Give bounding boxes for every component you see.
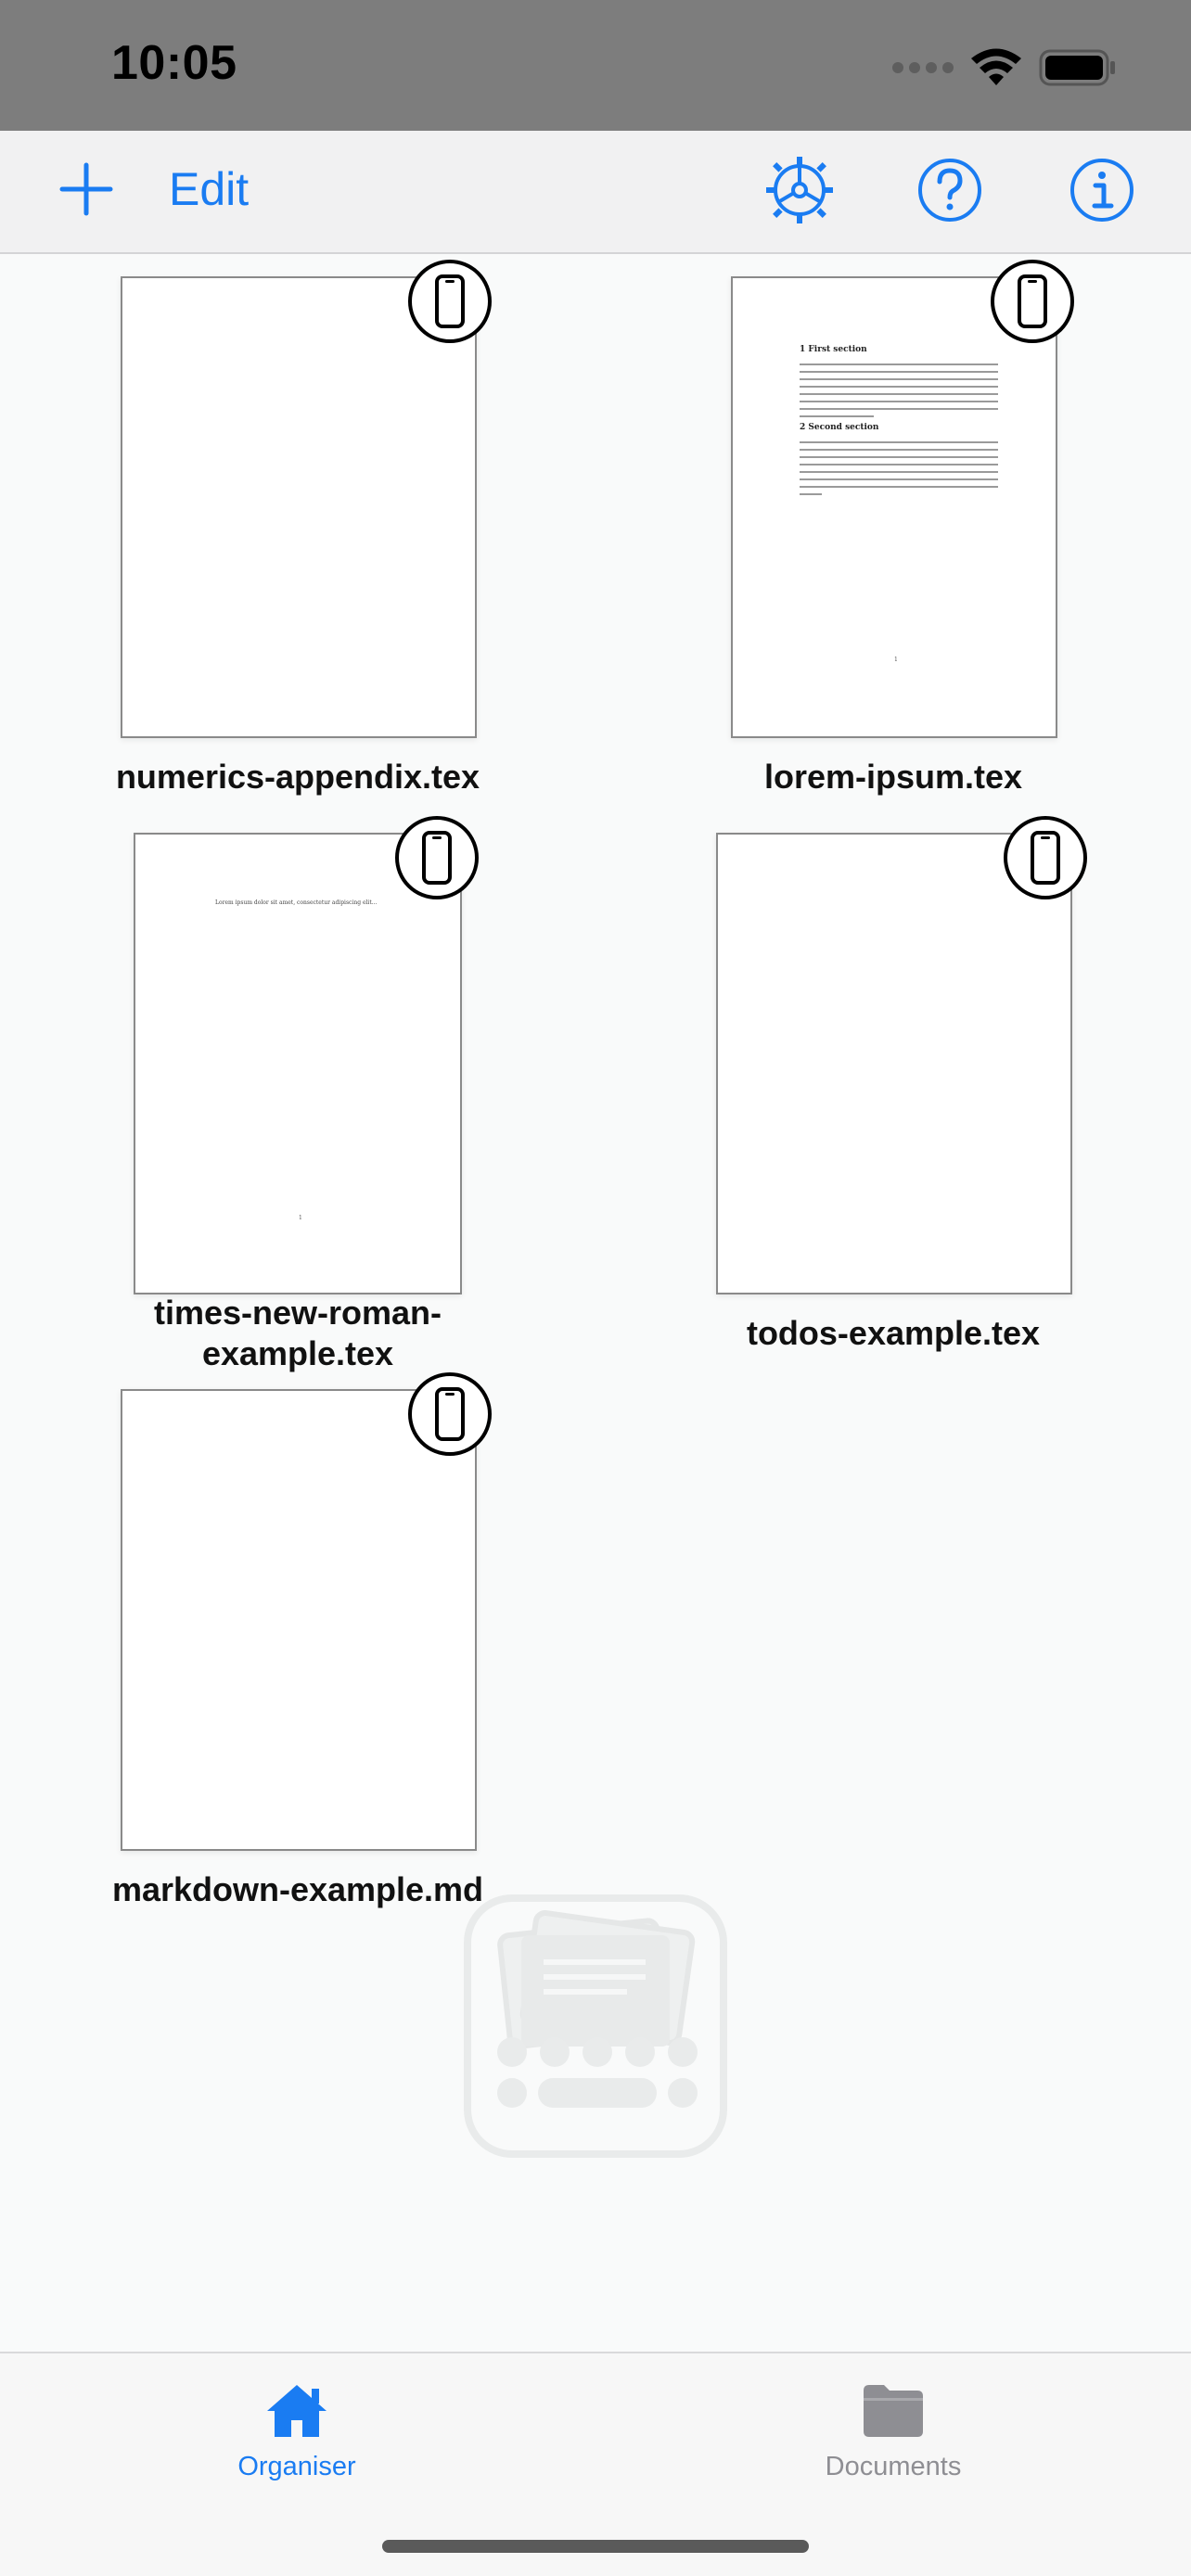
iphone-icon (1018, 274, 1047, 328)
document-name: times-new-roman-example.tex (153, 1294, 442, 1372)
preview-text-line (800, 401, 998, 402)
on-device-badge (408, 1372, 492, 1456)
document-item-numerics-appendix[interactable]: numerics-appendix.tex (89, 260, 506, 816)
document-thumbnail[interactable] (121, 276, 477, 738)
document-thumbnail[interactable] (121, 1389, 477, 1851)
battery-icon (1039, 49, 1115, 86)
folder-icon (864, 2385, 923, 2437)
preview-text-line (800, 464, 998, 465)
preview-text-line (800, 386, 998, 388)
tab-documents[interactable]: Documents (754, 2372, 1032, 2493)
app-screen: 10:05 Edit numerics-appendix.tex 1 First… (0, 0, 1191, 2576)
preview-text-line (800, 415, 874, 417)
info-button[interactable] (1067, 155, 1137, 225)
iphone-icon (1031, 831, 1060, 885)
on-device-badge (395, 816, 479, 899)
question-circle-icon (918, 159, 981, 222)
preview-text-line (800, 456, 998, 458)
status-time: 10:05 (111, 36, 237, 90)
preview-text-line (800, 393, 998, 395)
preview-text-line (800, 371, 998, 373)
document-thumbnail[interactable]: Lorem ipsum dolor sit amet, consectetur … (134, 833, 462, 1294)
document-name: lorem-ipsum.tex (763, 758, 1023, 796)
cellular-signal-icon (892, 62, 954, 73)
status-indicators (892, 45, 1117, 91)
plus-icon (59, 162, 113, 216)
document-name: todos-example.tex (746, 1314, 1041, 1352)
document-thumbnail[interactable] (716, 833, 1072, 1294)
iphone-icon (435, 274, 465, 328)
document-name: markdown-example.md (111, 1870, 484, 1908)
on-device-badge (408, 260, 492, 343)
on-device-badge (1004, 816, 1087, 899)
document-item-lorem-ipsum[interactable]: 1 First section 2 Second section 1 lorem… (685, 260, 1102, 816)
settings-button[interactable] (762, 153, 837, 227)
navigation-bar: Edit (0, 131, 1191, 254)
preview-text-line (800, 486, 998, 488)
preview-text-line (800, 493, 822, 495)
help-button[interactable] (915, 155, 985, 225)
document-item-times-new-roman-example[interactable]: Lorem ipsum dolor sit amet, consectetur … (89, 816, 506, 1372)
preview-heading: 2 Second section (800, 423, 879, 432)
preview-text-line (800, 408, 998, 410)
edit-button[interactable]: Edit (169, 159, 249, 220)
preview-text-line (800, 449, 998, 451)
preview-text-line (800, 378, 998, 380)
house-icon (267, 2385, 327, 2437)
tab-label: Organiser (237, 2452, 356, 2481)
wifi-icon (971, 48, 1021, 85)
document-item-todos-example[interactable]: todos-example.tex (685, 816, 1102, 1372)
on-device-badge (991, 260, 1074, 343)
tab-label: Documents (825, 2452, 962, 2481)
preview-page-number: 1 (299, 1215, 302, 1221)
preview-text-line: Lorem ipsum dolor sit amet, consectetur … (215, 899, 378, 906)
document-thumbnail[interactable]: 1 First section 2 Second section 1 (731, 276, 1057, 738)
preview-text-line (800, 471, 998, 473)
preview-text-line (800, 441, 998, 443)
status-bar: 10:05 (0, 0, 1191, 131)
gear-icon (766, 157, 833, 223)
preview-text-line (800, 363, 998, 365)
add-button[interactable] (56, 159, 117, 220)
iphone-icon (435, 1387, 465, 1441)
document-item-markdown-example[interactable]: markdown-example.md (89, 1372, 506, 1929)
info-circle-icon (1070, 159, 1133, 222)
preview-page-number: 1 (894, 657, 898, 663)
preview-heading: 1 First section (800, 345, 867, 354)
document-name: numerics-appendix.tex (115, 758, 480, 796)
iphone-icon (422, 831, 452, 885)
app-logo-watermark-icon (464, 1894, 727, 2158)
preview-text-line (800, 478, 998, 480)
home-indicator[interactable] (382, 2540, 809, 2553)
tab-organiser[interactable]: Organiser (158, 2372, 436, 2493)
